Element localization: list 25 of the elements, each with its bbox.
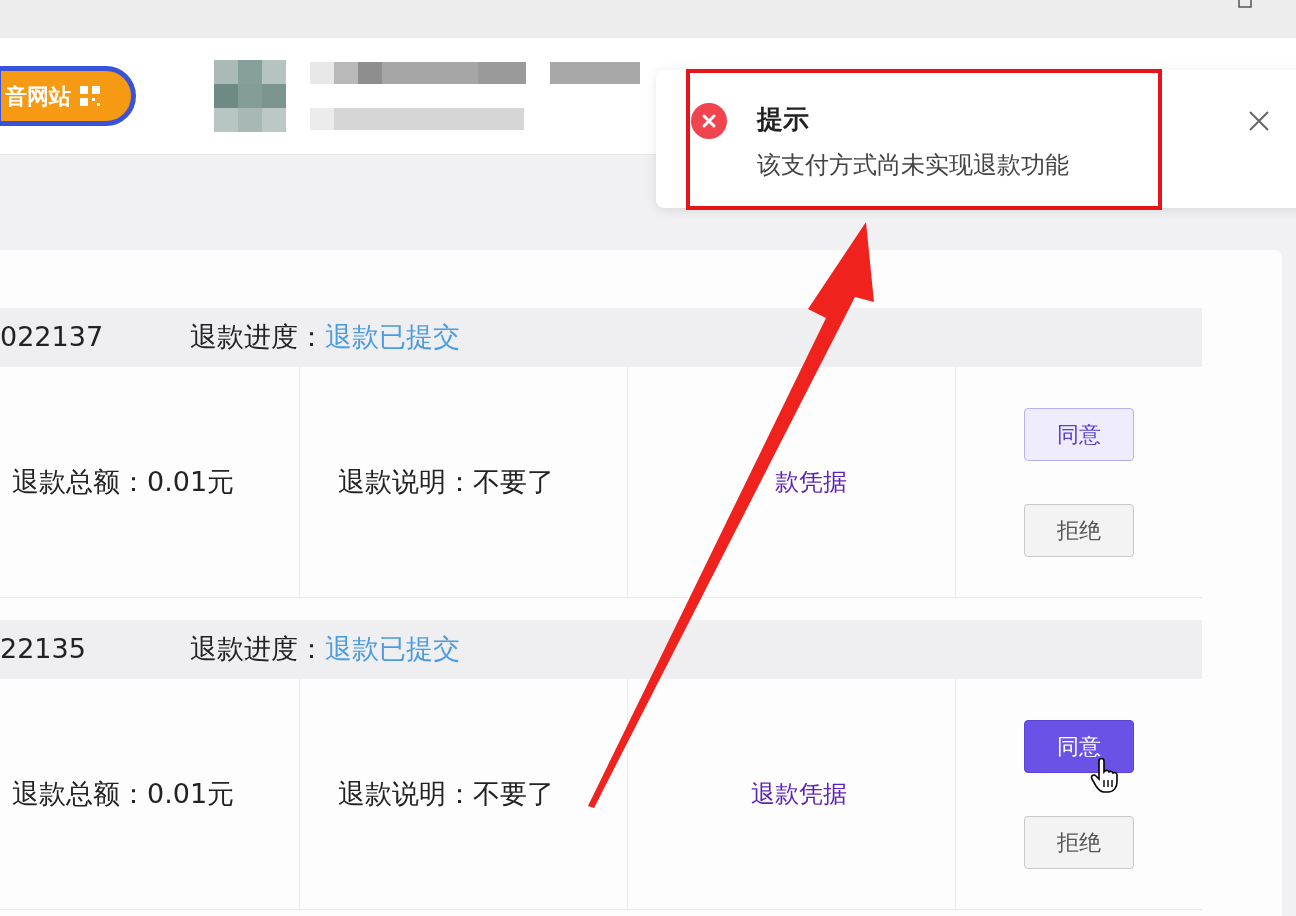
window-maximize-icon[interactable]	[1238, 0, 1252, 8]
evidence-link[interactable]: 退款凭据	[751, 776, 847, 812]
progress-label: 退款进度：	[190, 320, 325, 355]
approve-button[interactable]: 同意	[1024, 719, 1134, 773]
refund-note: 退款说明：不要了	[338, 464, 554, 499]
progress-status: 退款已提交	[325, 320, 460, 355]
evidence-link[interactable]: 款凭据	[775, 464, 847, 500]
approve-button[interactable]: 同意	[1024, 407, 1134, 461]
redacted-avatar	[214, 60, 286, 132]
close-icon[interactable]	[1249, 111, 1269, 131]
badge-text: 音网站	[5, 82, 71, 111]
refund-total: 退款总额：0.01元	[12, 776, 235, 811]
error-icon	[690, 102, 728, 140]
toast-title: 提示	[757, 103, 810, 136]
progress-status: 退款已提交	[325, 632, 460, 667]
refund-total: 退款总额：0.01元	[12, 464, 235, 499]
toast-message: 该支付方式尚未实现退款功能	[757, 150, 1069, 181]
order-number: 22135	[0, 632, 87, 667]
hand-cursor-icon	[1090, 757, 1120, 794]
qr-code-icon	[79, 85, 101, 107]
reject-button[interactable]: 拒绝	[1024, 815, 1134, 869]
refund-note: 退款说明：不要了	[338, 776, 554, 811]
progress-label: 退款进度：	[190, 632, 325, 667]
order-number: 022137	[0, 320, 105, 355]
reject-button[interactable]: 拒绝	[1024, 503, 1134, 557]
